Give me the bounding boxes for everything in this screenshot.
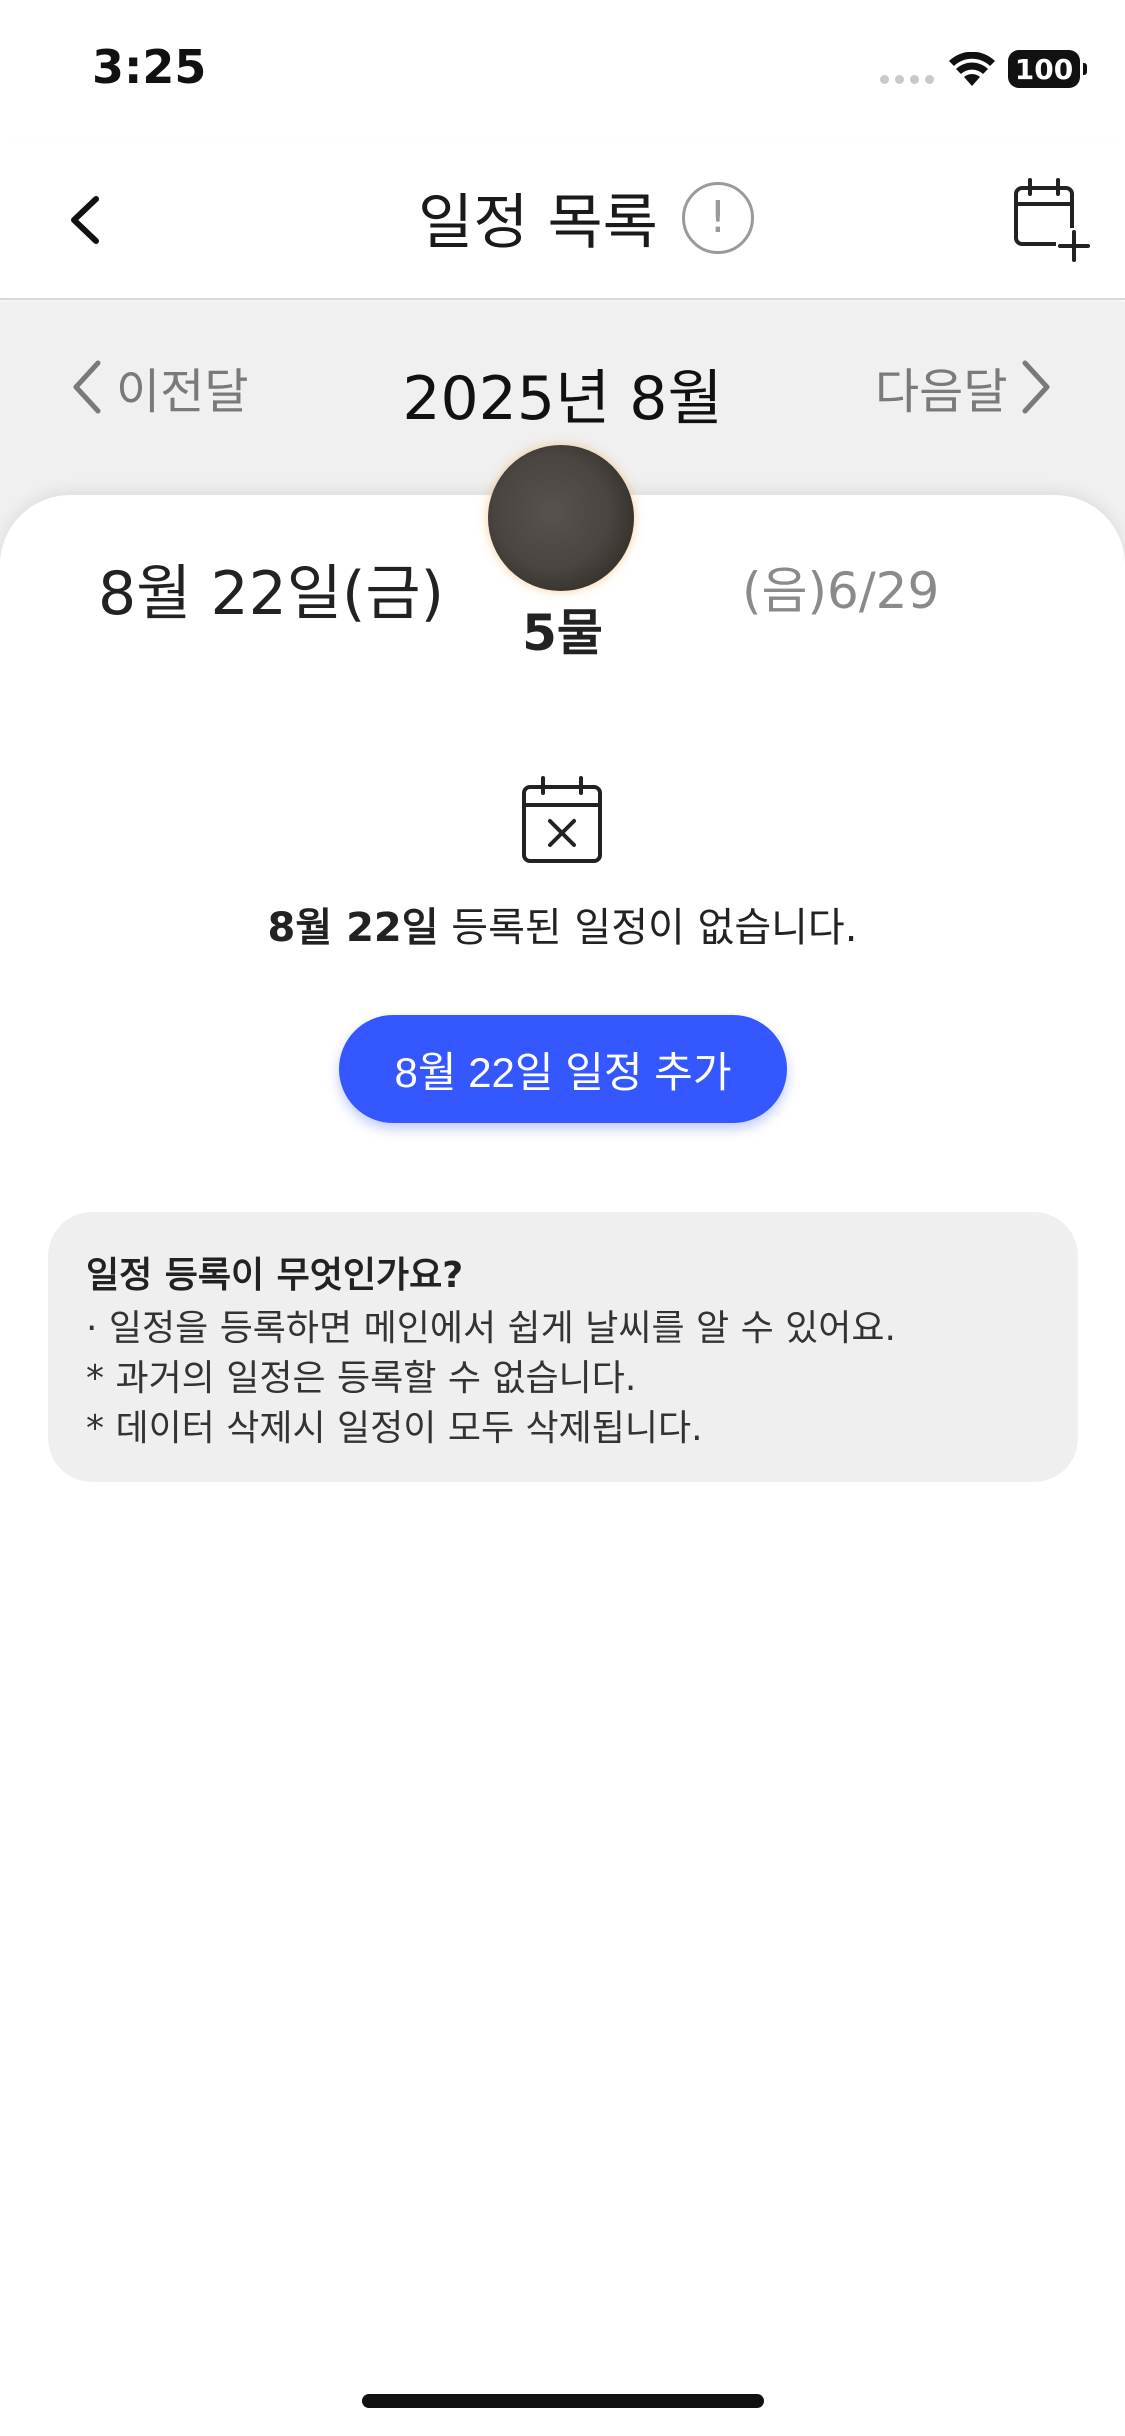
empty-date: 8월 22일 (267, 905, 439, 951)
day-detail-sheet: 8월 22일(금) 5물 (음)6/29 8월 22일 등록된 일정이 없습니다… (0, 445, 1125, 2436)
back-chevron-icon[interactable] (60, 185, 120, 255)
page-title: 일정 목록 (418, 188, 658, 258)
help-box: 일정 등록이 무엇인가요? · 일정을 등록하면 메인에서 쉽게 날씨를 알 수… (48, 1212, 1078, 1482)
help-line: · 일정을 등록하면 메인에서 쉽게 날씨를 알 수 있어요. (86, 1308, 896, 1349)
moon-phase-icon (488, 445, 634, 591)
add-calendar-icon[interactable] (1012, 176, 1092, 262)
help-line: * 과거의 일정은 등록할 수 없습니다. (86, 1358, 637, 1399)
add-schedule-button[interactable]: 8월 22일 일정 추가 (339, 1015, 787, 1123)
calendar-x-icon (522, 776, 602, 863)
status-time: 3:25 (92, 40, 207, 94)
next-month-label: 다음달 (875, 364, 1008, 420)
status-bar: 3:25 100 (0, 0, 1125, 140)
next-month-button[interactable]: 다음달 (875, 352, 1053, 422)
help-line: * 데이터 삭제시 일정이 모두 삭제됩니다. (86, 1408, 703, 1449)
help-title: 일정 등록이 무엇인가요? (86, 1255, 464, 1296)
tide-label: 5물 (522, 604, 603, 662)
empty-schedule-message: 8월 22일 등록된 일정이 없습니다. (0, 895, 1125, 953)
wifi-icon (949, 52, 995, 86)
home-indicator (362, 2394, 764, 2408)
title-group: 일정 목록 ! (418, 174, 754, 261)
cellular-signal-icon (880, 75, 934, 84)
lunar-date: (음)6/29 (742, 562, 940, 620)
nav-header: 일정 목록 ! (0, 140, 1125, 300)
info-icon[interactable]: ! (681, 181, 754, 254)
battery-icon: 100 (1008, 50, 1087, 88)
chevron-right-icon (1022, 360, 1050, 414)
battery-level: 100 (1014, 52, 1074, 86)
empty-text: 등록된 일정이 없습니다. (438, 905, 858, 951)
